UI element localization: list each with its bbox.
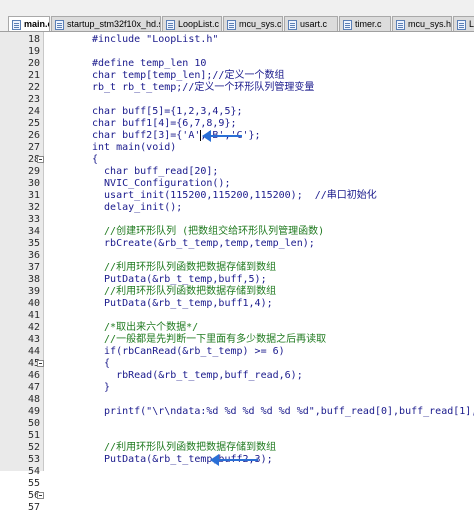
code-line[interactable]: rbRead(&rb_t_temp,buff_read,6);: [92, 370, 303, 382]
line-number: 48: [27, 394, 40, 405]
line-number: 31: [27, 190, 40, 201]
code-line[interactable]: rb_t rb_t_temp;//定义一个环形队列管理变量: [92, 82, 314, 94]
line-number: 37: [27, 262, 40, 273]
tab-label: mcu_sys.h: [408, 19, 452, 29]
code-line[interactable]: char buff_read[20];: [92, 166, 218, 178]
file-icon: [166, 20, 175, 30]
tab-looplist-h[interactable]: LoopList.h: [453, 16, 474, 31]
line-number: 51: [27, 430, 40, 441]
fold-marker-icon[interactable]: [37, 156, 44, 163]
code-line[interactable]: usart_init(115200,115200,115200); //串口初始…: [92, 190, 377, 202]
line-number: 42: [27, 322, 40, 333]
line-number: 35: [27, 238, 40, 249]
code-line[interactable]: {: [92, 154, 98, 166]
line-number: 44: [27, 346, 40, 357]
text-cursor: [200, 130, 201, 141]
code-line[interactable]: rbCreate(&rb_t_temp,temp,temp_len);: [92, 238, 315, 250]
line-number: 40: [27, 298, 40, 309]
tab-mcu-sys-c[interactable]: mcu_sys.c: [223, 16, 283, 31]
line-number: 50: [27, 418, 40, 429]
code-line[interactable]: {: [92, 358, 110, 370]
line-number: 52: [27, 442, 40, 453]
line-number: 30: [27, 178, 40, 189]
line-number: 23: [27, 94, 40, 105]
tab-label: LoopList.c: [178, 19, 220, 29]
file-icon: [227, 20, 236, 30]
code-line[interactable]: int main(void): [92, 142, 176, 154]
tab-label: mcu_sys.c: [239, 19, 282, 29]
line-number: 18: [27, 34, 40, 45]
line-number: 20: [27, 58, 40, 69]
line-number: 49: [27, 406, 40, 417]
tab-main-c[interactable]: main.c: [8, 16, 50, 31]
annotation-arrow-icon: [210, 454, 258, 466]
code-line[interactable]: delay_init();: [92, 202, 182, 214]
line-number: 24: [27, 106, 40, 117]
line-number: 29: [27, 166, 40, 177]
line-number: 57: [27, 502, 40, 513]
line-number: 36: [27, 250, 40, 261]
tab-mcu-sys-h[interactable]: mcu_sys.h: [392, 16, 452, 31]
line-number: 28: [27, 154, 40, 165]
code-line[interactable]: printf("\r\ndata:%d %d %d %d %d %d",buff…: [92, 406, 474, 418]
code-line[interactable]: PutData(&rb_t_temp,buff,5);: [92, 274, 267, 286]
line-number: 38: [27, 274, 40, 285]
code-line[interactable]: char temp[temp_len];//定义一个数组: [92, 70, 284, 82]
code-line[interactable]: char buff1[4]={6,7,8,9};: [92, 118, 237, 130]
tab-label: main.c: [24, 19, 50, 29]
code-line[interactable]: if(rbCanRead(&rb_t_temp) >= 6): [92, 346, 285, 358]
line-number: 45: [27, 358, 40, 369]
line-number: 21: [27, 70, 40, 81]
code-line[interactable]: /*取出来六个数据*/: [92, 322, 198, 334]
code-line[interactable]: #include "LoopList.h": [92, 34, 218, 46]
tab-timer-c[interactable]: timer.c: [339, 16, 391, 31]
code-line[interactable]: NVIC_Configuration();: [92, 178, 230, 190]
line-number: 32: [27, 202, 40, 213]
code-line[interactable]: //利用环形队列函数把数据存储到数组: [92, 286, 276, 298]
line-number: 39: [27, 286, 40, 297]
line-number: 55: [27, 478, 40, 489]
tab-startup-stm32f10x-hd-s[interactable]: startup_stm32f10x_hd.s: [51, 16, 161, 31]
code-line[interactable]: //利用环形队列函数把数据存储到数组: [92, 262, 276, 274]
tab-usart-c[interactable]: usart.c: [284, 16, 338, 31]
line-number: 47: [27, 382, 40, 393]
line-number: 34: [27, 226, 40, 237]
line-number: 33: [27, 214, 40, 225]
line-number: 19: [27, 46, 40, 57]
tab-label: startup_stm32f10x_hd.s: [67, 19, 161, 29]
tab-label: LoopList.h: [469, 19, 474, 29]
tab-label: timer.c: [355, 19, 382, 29]
fold-marker-icon[interactable]: [37, 492, 44, 499]
code-line[interactable]: //利用环形队列函数把数据存储到数组: [92, 442, 276, 454]
editor-tab-bar: main.c startup_stm32f10x_hd.s LoopList.c mc…: [0, 0, 474, 32]
file-icon: [12, 20, 21, 30]
file-icon: [343, 20, 352, 30]
code-line[interactable]: }: [92, 382, 110, 394]
code-line[interactable]: //创建环形队列 (把数组交给环形队列管理函数): [92, 226, 324, 238]
line-number: 25: [27, 118, 40, 129]
file-icon: [288, 20, 297, 30]
file-icon: [55, 20, 64, 30]
annotation-arrow-icon: [202, 130, 242, 142]
line-number: 41: [27, 310, 40, 321]
line-number: 26: [27, 130, 40, 141]
line-number: 46: [27, 370, 40, 381]
code-line[interactable]: char buff[5]={1,2,3,4,5};: [92, 106, 243, 118]
line-number: 27: [27, 142, 40, 153]
tab-looplist-c[interactable]: LoopList.c: [162, 16, 222, 31]
tab-label: usart.c: [300, 19, 328, 29]
line-number: 54: [27, 466, 40, 477]
code-line[interactable]: #define temp_len 10: [92, 58, 206, 70]
line-number: 53: [27, 454, 40, 465]
code-editor[interactable]: #include "LoopList.h" #define temp_len 10…: [44, 32, 474, 471]
file-icon: [457, 20, 466, 30]
code-line[interactable]: PutData(&rb_t_temp,buff1,4);: [92, 298, 273, 310]
line-number: 43: [27, 334, 40, 345]
line-number: 56: [27, 490, 40, 501]
file-icon: [396, 20, 405, 30]
code-line[interactable]: //一般都是先判断一下里面有多少数据之后再读取: [92, 334, 326, 346]
line-number: 22: [27, 82, 40, 93]
fold-marker-icon[interactable]: [37, 360, 44, 367]
